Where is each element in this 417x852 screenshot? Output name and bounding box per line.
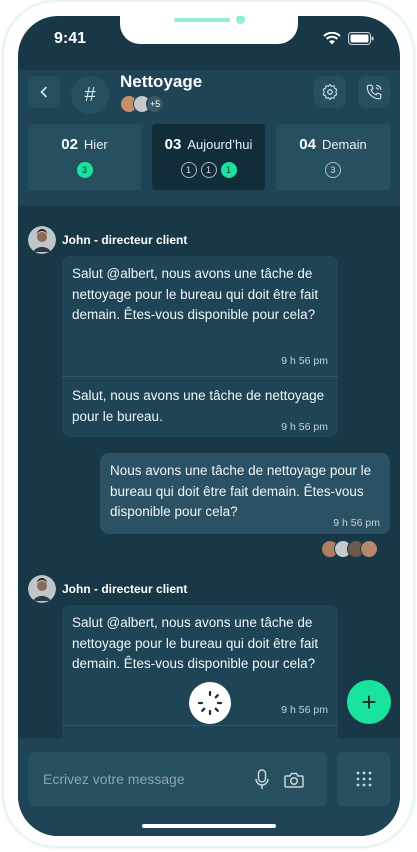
reader-avatar	[360, 540, 378, 558]
day-label: Aujourd’hui	[187, 137, 253, 152]
message-time: 9 h 56 pm	[281, 421, 328, 433]
gear-icon	[322, 83, 338, 101]
call-button[interactable]	[358, 76, 390, 108]
message-composer: Ecrivez votre message	[18, 738, 400, 836]
count-badge: 1	[200, 162, 217, 178]
day-number: 04	[299, 136, 316, 153]
member-avatars[interactable]: +5	[120, 95, 164, 113]
sender-avatar	[28, 226, 56, 254]
sender-avatar	[28, 575, 56, 603]
speaker-grille	[174, 18, 230, 22]
message-input[interactable]: Ecrivez votre message	[28, 752, 327, 806]
status-icons	[323, 32, 374, 45]
sender-name: John - directeur client	[62, 582, 188, 596]
plus-icon: +	[361, 686, 377, 717]
message-divider	[62, 376, 338, 377]
day-label: Demain	[321, 137, 367, 152]
chevron-left-icon	[40, 86, 47, 98]
message-divider	[62, 725, 338, 726]
day-tab-aujourdhui[interactable]: 03 Aujourd’hui 1 1 1	[152, 124, 265, 190]
message-time: 9 h 56 pm	[333, 517, 380, 529]
day-tab-hier[interactable]: 02 Hier 3	[28, 124, 141, 190]
apps-grid-button[interactable]	[337, 752, 390, 806]
notch	[120, 16, 298, 44]
read-receipts	[321, 540, 378, 558]
home-indicator	[142, 824, 276, 828]
hash-icon: #	[84, 83, 96, 106]
day-label: Hier	[83, 137, 108, 152]
channel-hash-button[interactable]: #	[71, 76, 109, 114]
loading-spinner	[189, 682, 231, 724]
message-bubble[interactable]: Salut @albert, nous avons une tâche de n…	[62, 605, 338, 745]
message-text: Salut @albert, nous avons une tâche de n…	[72, 615, 319, 671]
message-sender: John - directeur client	[28, 575, 187, 603]
wifi-icon	[323, 32, 341, 45]
day-number: 02	[61, 136, 78, 153]
status-time: 9:41	[54, 30, 87, 47]
sender-name: John - directeur client	[62, 233, 188, 247]
microphone-icon[interactable]	[255, 769, 269, 791]
loading-icon	[197, 690, 223, 716]
message-time: 9 h 56 pm	[281, 355, 328, 367]
grid-dots-icon	[356, 771, 371, 787]
channel-title: Nettoyage	[120, 72, 203, 91]
members-more-badge: +5	[146, 95, 164, 113]
count-badge: 1	[220, 162, 237, 178]
message-bubble[interactable]: Salut @albert, nous avons une tâche de n…	[62, 256, 338, 437]
day-tab-demain[interactable]: 04 Demain 3	[276, 124, 390, 190]
count-badge: 1	[180, 162, 197, 178]
count-badge: 3	[76, 162, 93, 178]
count-badge: 3	[325, 162, 341, 178]
front-camera	[236, 16, 245, 24]
outgoing-message-bubble[interactable]: Nous avons une tâche de nettoyage pour l…	[100, 453, 390, 534]
phone-call-icon	[366, 84, 382, 100]
app-screen: 9:41 # Nettoyage +5 02 Hier 3 03 Aujourd…	[18, 16, 400, 836]
add-button[interactable]: +	[347, 680, 391, 724]
message-time: 9 h 56 pm	[281, 704, 328, 716]
back-button[interactable]	[28, 76, 60, 108]
message-sender: John - directeur client	[28, 226, 187, 254]
message-input-placeholder: Ecrivez votre message	[43, 771, 185, 787]
battery-icon	[348, 32, 374, 45]
message-text: Salut @albert, nous avons une tâche de n…	[72, 266, 319, 322]
camera-icon[interactable]	[284, 771, 304, 789]
day-number: 03	[164, 136, 182, 153]
settings-button[interactable]	[314, 76, 346, 108]
